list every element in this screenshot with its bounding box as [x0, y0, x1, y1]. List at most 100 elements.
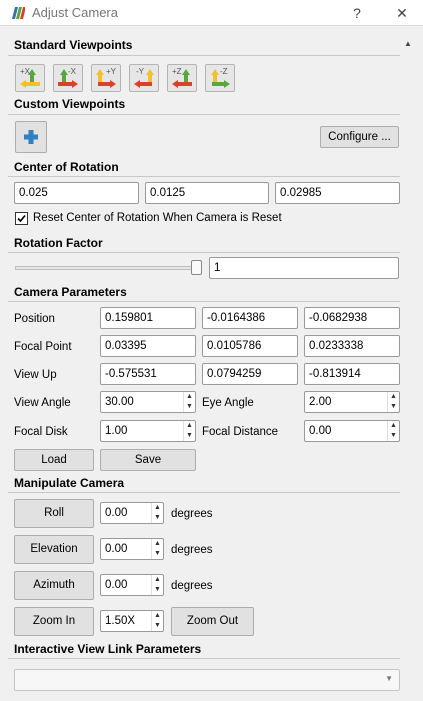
roll-value: 0.00 [105, 507, 128, 519]
view-plus-x-button[interactable]: +X [15, 64, 45, 92]
view-angle-label: View Angle [14, 397, 71, 409]
up-arrow-icon[interactable]: ▲ [186, 422, 193, 430]
divider [8, 55, 400, 56]
svg-text:-Y: -Y [136, 67, 145, 76]
up-arrow-icon[interactable]: ▲ [154, 576, 161, 584]
focal-point-x-field[interactable]: 0.03395 [100, 335, 196, 357]
down-arrow-icon[interactable]: ▼ [154, 586, 161, 594]
rotation-factor-heading: Rotation Factor [14, 236, 103, 250]
reset-center-label: Reset Center of Rotation When Camera is … [33, 212, 282, 224]
paraview-logo-icon [11, 7, 26, 19]
zoom-out-button[interactable]: Zoom Out [171, 607, 254, 636]
down-arrow-icon[interactable]: ▼ [390, 403, 397, 411]
elevation-value: 0.00 [105, 543, 128, 555]
vertical-scrollbar[interactable]: ▲ [402, 37, 414, 701]
up-arrow-icon[interactable]: ▲ [390, 393, 397, 401]
azimuth-value: 0.00 [105, 579, 128, 591]
focal-distance-label: Focal Distance [202, 426, 279, 438]
slider-handle[interactable] [191, 260, 202, 275]
eye-angle-spinbox[interactable]: 2.00 ▲ ▼ [304, 391, 400, 413]
roll-spinbox[interactable]: 0.00 ▲ ▼ [100, 502, 164, 524]
spin-arrows[interactable]: ▲ ▼ [387, 392, 399, 412]
rotation-factor-slider[interactable] [15, 260, 205, 276]
spin-arrows[interactable]: ▲ ▼ [151, 575, 163, 595]
focal-point-y-field[interactable]: 0.0105786 [202, 335, 298, 357]
save-button[interactable]: Save [100, 449, 196, 471]
azimuth-spinbox[interactable]: 0.00 ▲ ▼ [100, 574, 164, 596]
eye-angle-label: Eye Angle [202, 397, 254, 409]
spin-arrows[interactable]: ▲ ▼ [151, 539, 163, 559]
close-button[interactable]: ✕ [391, 2, 413, 24]
set-view-positive-z-icon: +Z [172, 67, 192, 88]
spin-arrows[interactable]: ▲ ▼ [183, 421, 195, 441]
divider [8, 114, 400, 115]
divider [8, 492, 400, 493]
add-custom-viewpoint-button[interactable] [15, 121, 47, 153]
view-plus-y-button[interactable]: +Y [91, 64, 121, 92]
spin-arrows[interactable]: ▲ ▼ [151, 503, 163, 523]
position-z-field[interactable]: -0.0682938 [304, 307, 400, 329]
down-arrow-icon[interactable]: ▼ [154, 514, 161, 522]
up-arrow-icon[interactable]: ▲ [154, 504, 161, 512]
view-angle-spinbox[interactable]: 30.00 ▲ ▼ [100, 391, 196, 413]
scroll-up-icon[interactable]: ▲ [402, 37, 414, 51]
load-button[interactable]: Load [14, 449, 94, 471]
roll-degrees-label: degrees [171, 508, 213, 520]
view-plus-z-button[interactable]: +Z [167, 64, 197, 92]
divider [8, 658, 400, 659]
rotation-factor-field[interactable]: 1 [209, 257, 399, 279]
up-arrow-icon[interactable]: ▲ [154, 612, 161, 620]
down-arrow-icon[interactable]: ▼ [186, 403, 193, 411]
view-minus-y-button[interactable]: -Y [129, 64, 159, 92]
center-z-field[interactable]: 0.02985 [275, 182, 400, 204]
center-y-field[interactable]: 0.0125 [145, 182, 269, 204]
configure-button[interactable]: Configure ... [320, 126, 399, 148]
reset-center-checkbox[interactable] [15, 212, 28, 225]
focal-distance-spinbox[interactable]: 0.00 ▲ ▼ [304, 420, 400, 442]
zoom-in-button[interactable]: Zoom In [14, 607, 94, 636]
view-minus-x-button[interactable]: -X [53, 64, 83, 92]
elevation-spinbox[interactable]: 0.00 ▲ ▼ [100, 538, 164, 560]
view-up-z-field[interactable]: -0.813914 [304, 363, 400, 385]
plus-icon [24, 130, 38, 144]
elevation-button[interactable]: Elevation [14, 535, 94, 564]
view-up-x-field[interactable]: -0.575531 [100, 363, 196, 385]
interactive-view-link-heading: Interactive View Link Parameters [14, 642, 202, 656]
azimuth-degrees-label: degrees [171, 580, 213, 592]
position-label: Position [14, 313, 55, 325]
spin-arrows[interactable]: ▲ ▼ [183, 392, 195, 412]
manipulate-camera-heading: Manipulate Camera [14, 476, 125, 490]
up-arrow-icon[interactable]: ▲ [186, 393, 193, 401]
set-view-negative-z-icon: -Z [211, 67, 230, 88]
zoom-factor-spinbox[interactable]: 1.50X ▲ ▼ [100, 610, 164, 632]
view-link-dropdown[interactable]: ▼ [14, 669, 400, 691]
spin-arrows[interactable]: ▲ ▼ [387, 421, 399, 441]
roll-button[interactable]: Roll [14, 499, 94, 528]
set-view-negative-y-icon: -Y [134, 67, 154, 88]
svg-text:+Z: +Z [172, 67, 182, 76]
spin-arrows[interactable]: ▲ ▼ [151, 611, 163, 631]
up-arrow-icon[interactable]: ▲ [154, 540, 161, 548]
help-button[interactable]: ? [346, 2, 368, 24]
set-view-positive-y-icon: +Y [96, 67, 117, 88]
divider [8, 301, 400, 302]
focal-disk-label: Focal Disk [14, 426, 68, 438]
focal-disk-spinbox[interactable]: 1.00 ▲ ▼ [100, 420, 196, 442]
down-arrow-icon[interactable]: ▼ [390, 432, 397, 440]
center-x-field[interactable]: 0.025 [14, 182, 139, 204]
down-arrow-icon[interactable]: ▼ [154, 622, 161, 630]
up-arrow-icon[interactable]: ▲ [390, 422, 397, 430]
position-y-field[interactable]: -0.0164386 [202, 307, 298, 329]
view-up-y-field[interactable]: 0.0794259 [202, 363, 298, 385]
custom-viewpoints-heading: Custom Viewpoints [14, 97, 126, 111]
standard-viewpoints-heading: Standard Viewpoints [14, 38, 133, 52]
focal-point-z-field[interactable]: 0.0233338 [304, 335, 400, 357]
position-x-field[interactable]: 0.159801 [100, 307, 196, 329]
azimuth-button[interactable]: Azimuth [14, 571, 94, 600]
down-arrow-icon[interactable]: ▼ [186, 432, 193, 440]
elevation-degrees-label: degrees [171, 544, 213, 556]
checkmark-icon [17, 214, 26, 223]
view-minus-z-button[interactable]: -Z [205, 64, 235, 92]
down-arrow-icon[interactable]: ▼ [154, 550, 161, 558]
eye-angle-value: 2.00 [309, 396, 332, 408]
